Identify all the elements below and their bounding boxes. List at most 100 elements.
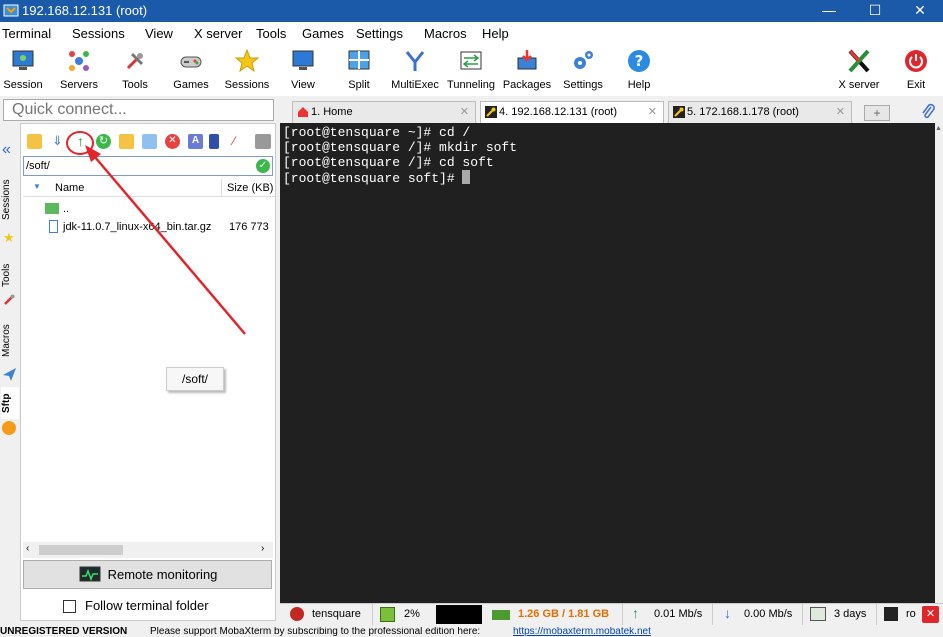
games-button[interactable]: Games — [168, 44, 214, 96]
status-cpu: 2% — [404, 608, 420, 620]
star-icon — [234, 48, 260, 73]
multiexec-label: MultiExec — [391, 79, 439, 91]
tab-session-12-131[interactable]: 4. 192.168.12.131 (root) ✕ — [480, 101, 664, 124]
exit-label: Exit — [906, 79, 926, 91]
terminal-line: [root@tensquare ~]# cd / — [283, 125, 471, 140]
unregistered-label: UNREGISTERED VERSION — [0, 627, 128, 637]
main-toolbar: Session Servers Tools Games Sessions Vie… — [0, 44, 943, 96]
power-icon — [905, 50, 927, 72]
plus-icon: + — [873, 106, 881, 120]
star-icon: ★ — [3, 230, 15, 245]
menu-x-server[interactable]: X server — [194, 26, 242, 41]
view-icon — [292, 50, 314, 70]
cpu-graph — [436, 605, 482, 624]
x-server-label: X server — [838, 79, 880, 91]
side-tab-sessions[interactable]: Sessions — [1, 173, 19, 227]
status-memory: 1.26 GB / 1.81 GB — [518, 608, 610, 620]
status-divider — [802, 604, 803, 625]
exit-button[interactable]: Exit — [895, 44, 937, 96]
x-server-button[interactable]: X server — [834, 44, 884, 96]
minimize-button[interactable]: — — [806, 0, 852, 22]
scroll-right-icon[interactable]: › — [261, 543, 264, 554]
tools-icon — [4, 294, 15, 305]
status-divider — [712, 604, 713, 625]
status-uptime: 3 days — [834, 608, 867, 620]
close-button[interactable]: ✕ — [897, 0, 943, 22]
help-button[interactable]: ? Help — [616, 44, 662, 96]
side-tab-tools[interactable]: Tools — [1, 257, 19, 293]
session-tabs: 1. Home ✕ 4. 192.168.12.131 (root) ✕ 5. … — [280, 100, 943, 124]
unregistered-message: Please support MobaXterm by subscribing … — [150, 627, 481, 637]
title-bar: 192.168.12.131 (root) — ☐ ✕ — [0, 0, 943, 22]
home-icon — [298, 107, 308, 117]
redhat-icon — [290, 607, 304, 621]
parent-folder-icon[interactable] — [27, 134, 42, 149]
menu-tools[interactable]: Tools — [256, 26, 286, 41]
settings-button[interactable]: Settings — [558, 44, 608, 96]
follow-terminal-checkbox[interactable] — [63, 600, 76, 613]
servers-button[interactable]: Servers — [56, 44, 102, 96]
tools-label: Tools — [122, 79, 148, 91]
column-name[interactable]: Name — [55, 182, 84, 194]
status-host: tensquare — [312, 608, 361, 620]
remote-monitoring-button[interactable]: Remote monitoring — [23, 560, 272, 589]
monitor-icon — [12, 50, 34, 70]
packages-button[interactable]: Packages — [502, 44, 552, 96]
side-tab-sftp[interactable]: Sftp — [1, 387, 19, 419]
horizontal-scrollbar[interactable]: ‹ › — [23, 542, 273, 558]
terminal-scrollbar[interactable]: ▲ — [935, 123, 943, 603]
side-tab-macros[interactable]: Macros — [1, 321, 19, 361]
path-ok-icon[interactable]: ✓ — [256, 159, 270, 173]
quick-connect-input[interactable] — [3, 99, 274, 121]
status-upload: 0.01 Mb/s — [654, 608, 703, 620]
tunneling-button[interactable]: Tunneling — [444, 44, 498, 96]
attach-icon[interactable] — [920, 103, 936, 121]
terminal-icon[interactable] — [255, 134, 271, 149]
sftp-panel: ⇓ ↑ ↻ ✕ A ⁄ /soft/ ✓ ▼ Name Size (KB) ..… — [20, 123, 276, 621]
menu-sessions[interactable]: Sessions — [72, 26, 125, 41]
sessions-label: Sessions — [224, 79, 270, 91]
close-tab-icon[interactable]: ✕ — [836, 102, 845, 122]
terminal-line: [root@tensquare /]# mkdir soft — [283, 140, 518, 155]
scrollbar-thumb[interactable] — [39, 545, 123, 555]
tools-icon — [126, 52, 144, 70]
servers-icon — [69, 51, 89, 71]
download-icon[interactable]: ⇓ — [50, 134, 65, 149]
menu-help[interactable]: Help — [482, 26, 509, 41]
menu-terminal[interactable]: Terminal — [2, 26, 51, 41]
download-speed-icon: ↓ — [724, 605, 731, 621]
menu-settings[interactable]: Settings — [356, 26, 403, 41]
sessions-button[interactable]: Sessions — [224, 44, 270, 96]
terminal-pane[interactable]: [root@tensquare ~]# cd / [root@tensquare… — [280, 123, 935, 603]
multiexec-icon — [405, 51, 425, 71]
disconnect-icon[interactable]: ✕ — [922, 606, 939, 623]
menu-view[interactable]: View — [145, 26, 173, 41]
scroll-left-icon[interactable]: ‹ — [26, 543, 29, 554]
tab-home[interactable]: 1. Home ✕ — [292, 101, 476, 123]
follow-terminal-label: Follow terminal folder — [85, 598, 209, 613]
maximize-button[interactable]: ☐ — [852, 0, 898, 22]
path-tooltip: /soft/ — [166, 367, 224, 391]
menu-macros[interactable]: Macros — [424, 26, 467, 41]
close-tab-icon[interactable]: ✕ — [460, 102, 469, 122]
menu-games[interactable]: Games — [302, 26, 344, 41]
tab-session-1-178[interactable]: 5. 172.168.1.178 (root) ✕ — [668, 101, 852, 123]
status-divider — [622, 604, 623, 625]
close-tab-icon[interactable]: ✕ — [648, 102, 657, 122]
uptime-icon — [810, 607, 826, 621]
multiexec-button[interactable]: MultiExec — [388, 44, 442, 96]
svg-text:?: ? — [635, 52, 644, 70]
split-button[interactable]: Split — [336, 44, 382, 96]
tools-button[interactable]: Tools — [112, 44, 158, 96]
view-button[interactable]: View — [280, 44, 326, 96]
tunneling-label: Tunneling — [447, 79, 495, 91]
ssh-key-icon — [673, 106, 685, 118]
subscribe-link[interactable]: https://mobaxterm.mobatek.net — [513, 627, 651, 637]
scroll-up-icon[interactable]: ▲ — [935, 125, 942, 132]
new-tab-button[interactable]: + — [864, 105, 890, 121]
gear-icon — [574, 51, 593, 69]
annotation-arrow — [85, 145, 246, 335]
session-button[interactable]: Session — [0, 44, 46, 96]
games-label: Games — [173, 79, 209, 91]
collapse-panel-icon[interactable]: « — [2, 141, 11, 159]
